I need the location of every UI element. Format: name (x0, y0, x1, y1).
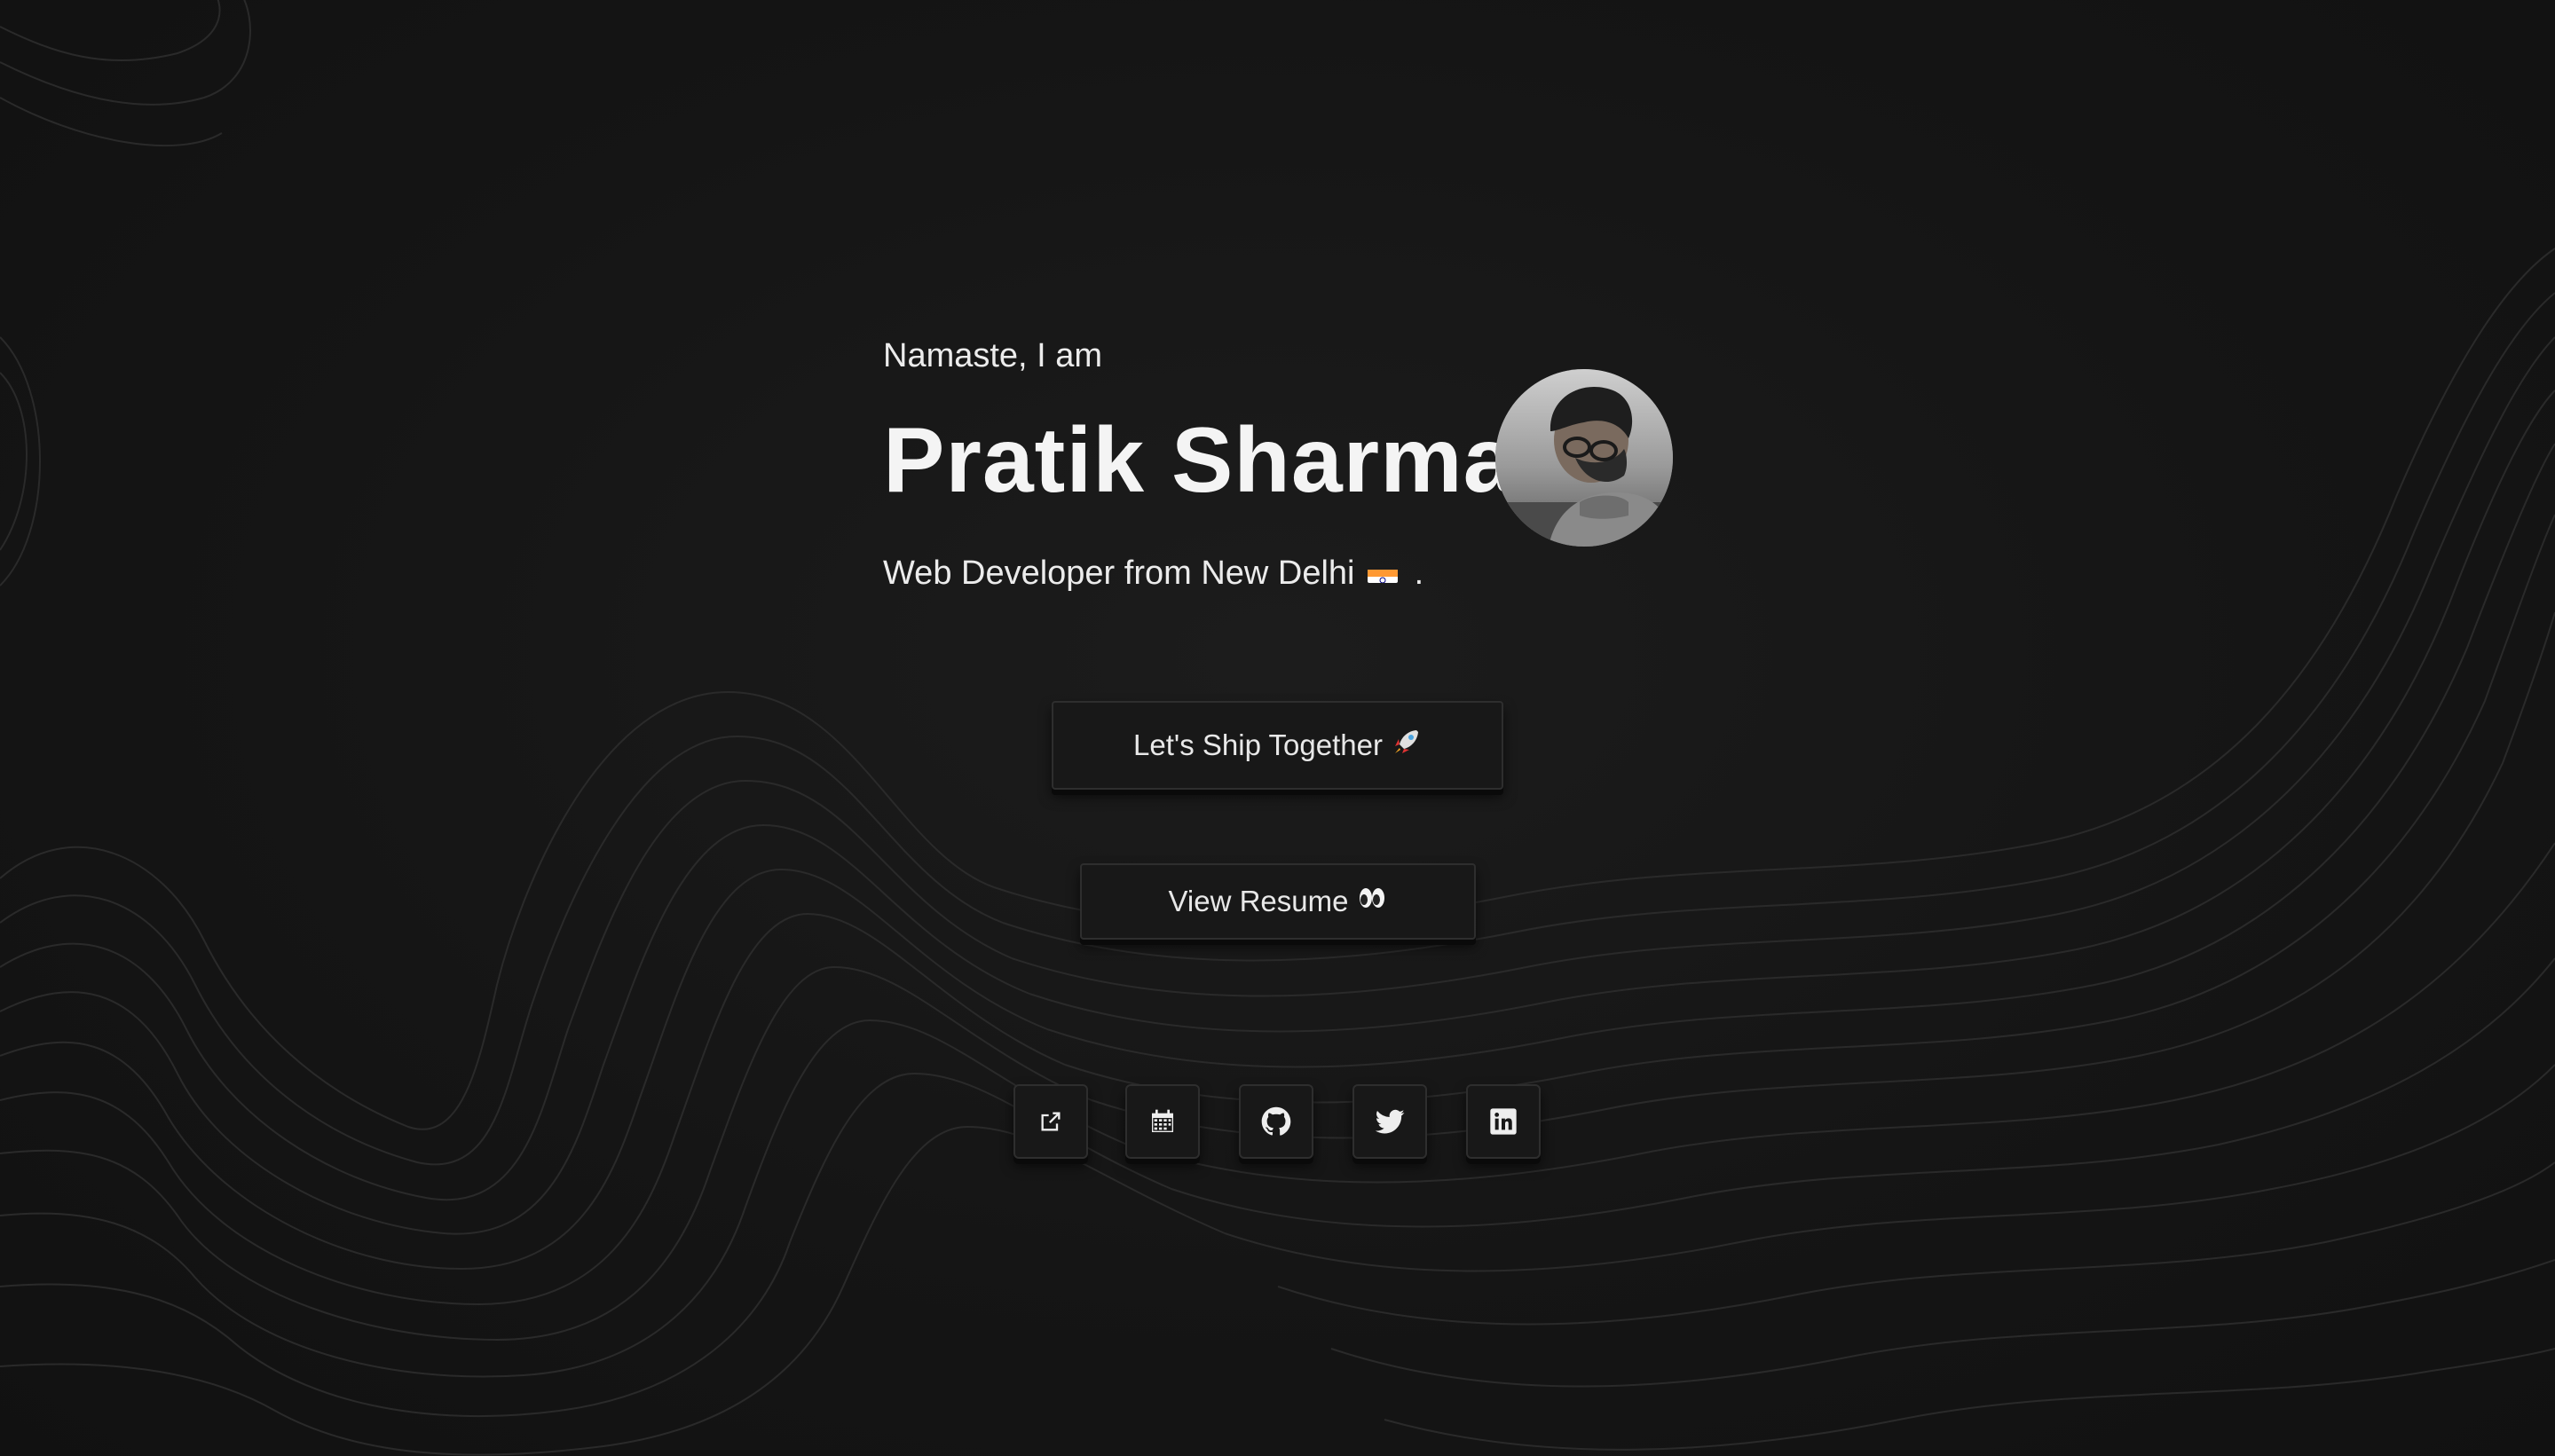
external-link-icon (1041, 1112, 1061, 1131)
greeting-text: Namaste, I am (883, 337, 1103, 374)
page-title: Pratik Sharma (883, 409, 1516, 512)
tagline-period: . (1414, 555, 1424, 592)
linkedin-icon (1490, 1108, 1517, 1135)
rocket-icon (1392, 727, 1422, 764)
tagline: Web Developer from New Delhi . (883, 555, 1423, 593)
resume-button-label: View Resume (1168, 885, 1349, 917)
landing-page: Namaste, I am Pratik Sharma Web Develope… (0, 0, 2555, 1456)
twitter-icon (1375, 1109, 1405, 1134)
ship-button-label: Let's Ship Together (1133, 728, 1383, 761)
linkedin-button[interactable] (1466, 1084, 1541, 1159)
eyes-icon (1357, 885, 1387, 918)
calendar-button[interactable] (1125, 1084, 1200, 1159)
lets-ship-together-button[interactable]: Let's Ship Together (1052, 701, 1503, 790)
github-button[interactable] (1239, 1084, 1313, 1159)
github-icon (1261, 1106, 1291, 1136)
tagline-text: Web Developer from New Delhi (883, 555, 1355, 592)
external-link-button[interactable] (1013, 1084, 1088, 1159)
portrait-photo (1495, 369, 1673, 547)
india-flag-icon (1368, 562, 1399, 583)
hero-section: Namaste, I am Pratik Sharma Web Develope… (883, 328, 1682, 612)
calendar-icon (1152, 1109, 1173, 1132)
twitter-button[interactable] (1352, 1084, 1427, 1159)
view-resume-button[interactable]: View Resume (1080, 863, 1476, 940)
avatar (1495, 369, 1673, 547)
